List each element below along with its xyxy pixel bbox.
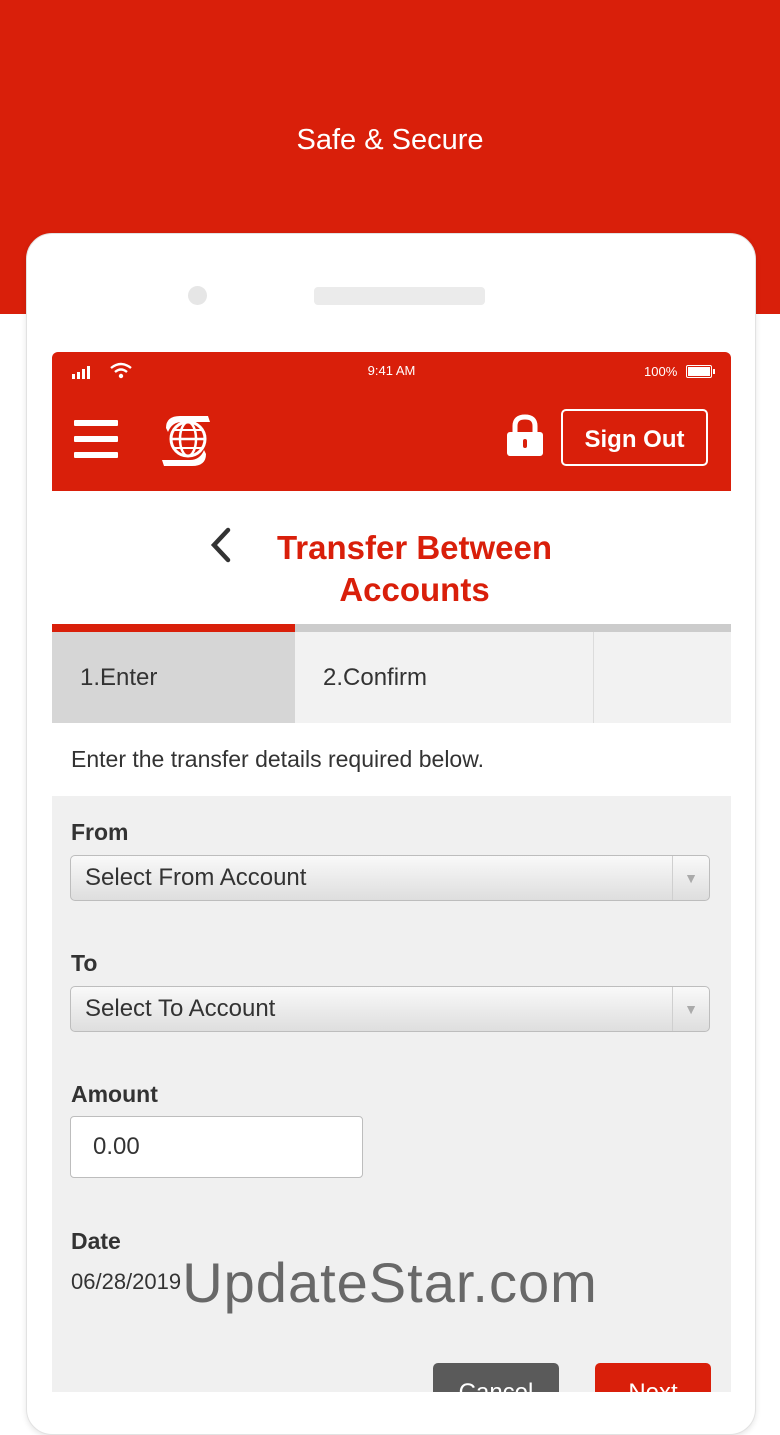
battery-icon — [686, 365, 715, 378]
app-header: Sign Out — [52, 392, 731, 491]
dropdown-arrow-icon: ▼ — [672, 856, 709, 900]
app-screen: 9:41 AM 100% Sign Out Transfer Between A… — [52, 352, 731, 1392]
amount-input[interactable]: 0.00 — [70, 1116, 363, 1178]
to-account-select[interactable]: Select To Account ▼ — [70, 986, 710, 1032]
page-title: Transfer Between Accounts — [276, 529, 553, 608]
step-confirm: 2.Confirm — [295, 632, 594, 723]
menu-icon[interactable] — [74, 420, 118, 458]
step-enter: 1.Enter — [52, 632, 295, 723]
title-area: Transfer Between Accounts — [52, 491, 731, 624]
amount-label: Amount — [71, 1081, 158, 1107]
dropdown-arrow-icon: ▼ — [672, 987, 709, 1031]
sign-out-button[interactable]: Sign Out — [561, 409, 708, 466]
lock-icon[interactable] — [505, 414, 545, 458]
scotiabank-logo — [162, 416, 210, 466]
device-camera — [188, 286, 207, 305]
from-account-value: Select From Account — [85, 864, 307, 891]
from-account-select[interactable]: Select From Account ▼ — [70, 855, 710, 901]
step-indicator: 1.Enter 2.Confirm — [52, 624, 731, 723]
next-button[interactable]: Next — [595, 1363, 711, 1392]
cancel-button[interactable]: Cancel — [433, 1363, 559, 1392]
battery-percent: 100% — [644, 364, 678, 379]
status-bar: 9:41 AM 100% — [52, 352, 731, 392]
from-label: From — [71, 819, 129, 845]
status-time: 9:41 AM — [367, 363, 416, 378]
banner-tagline: Safe & Secure — [296, 124, 484, 156]
to-account-value: Select To Account — [85, 995, 276, 1022]
to-label: To — [71, 950, 98, 976]
instructions-text: Enter the transfer details required belo… — [52, 723, 731, 796]
step-blank — [594, 632, 731, 723]
device-speaker — [314, 287, 485, 305]
step-2-progress — [295, 624, 731, 632]
step-1-progress — [52, 624, 295, 632]
back-chevron-icon[interactable] — [208, 527, 234, 563]
watermark: UpdateStar.com — [182, 1251, 598, 1314]
